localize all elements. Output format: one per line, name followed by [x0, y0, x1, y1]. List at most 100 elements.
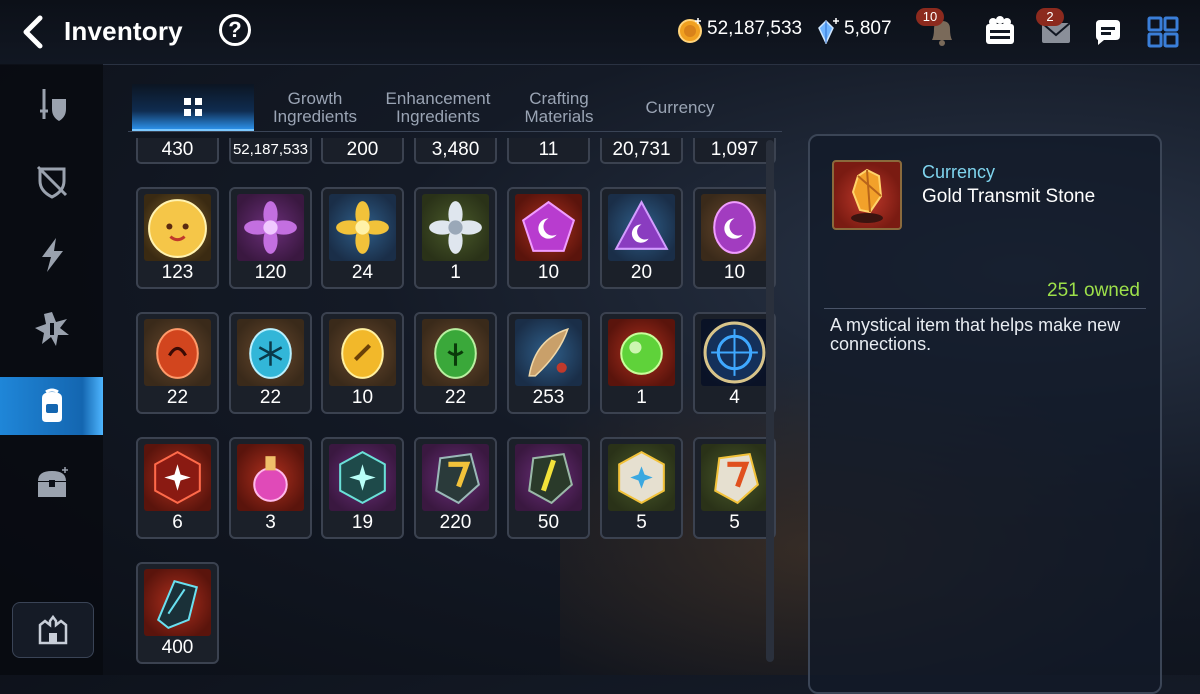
owned-count: 251 owned [1047, 280, 1140, 301]
sanctuary-button[interactable] [12, 602, 94, 658]
item-quantity: 10 [723, 262, 746, 283]
item-slot[interactable]: 6 [136, 437, 219, 539]
light-rune-icon [329, 319, 396, 386]
green-orb-icon [608, 319, 675, 386]
item-slot[interactable]: 24 [321, 187, 404, 289]
sidebar-item-inventory[interactable] [0, 377, 103, 435]
lightning-icon [41, 238, 63, 272]
oval-moon-gem-icon [701, 194, 768, 261]
sidebar-item-artifacts[interactable] [0, 152, 103, 210]
item-quantity: 1 [450, 262, 461, 283]
grid-icon [184, 97, 202, 116]
tab-currency[interactable]: Currency [618, 84, 742, 132]
bell-badge: 10 [916, 8, 944, 26]
item-quantity: 22 [259, 387, 282, 408]
item-description: A mystical item that helps make new conn… [830, 315, 1121, 354]
item-quantity: 10 [351, 387, 374, 408]
item-quantity: 5 [729, 512, 740, 533]
sidebar-item-exclusive[interactable] [0, 300, 103, 358]
item-quantity: 50 [537, 512, 560, 533]
item-slot[interactable]: 5 [693, 437, 776, 539]
item-count[interactable]: 11 [507, 138, 590, 164]
item-count[interactable]: 20,731 [600, 138, 683, 164]
item-quantity: 3 [265, 512, 276, 533]
tab-all[interactable] [132, 84, 254, 132]
ice-rune-icon [237, 319, 304, 386]
item-count[interactable]: 52,187,533 [229, 138, 312, 164]
item-count[interactable]: 200 [321, 138, 404, 164]
item-name: Gold Transmit Stone [922, 186, 1096, 207]
fire-rune-icon [144, 319, 211, 386]
item-slot[interactable]: 120 [229, 187, 312, 289]
item-slot[interactable]: 22 [136, 312, 219, 414]
triangle-moon-gem-icon [608, 194, 675, 261]
red-star-gem-icon [144, 444, 211, 511]
castle-icon [38, 614, 68, 645]
pink-potion-icon [237, 444, 304, 511]
item-slot[interactable]: 4 [693, 312, 776, 414]
phantasma-face-icon [144, 194, 211, 261]
item-quantity: 123 [161, 262, 194, 283]
tab-enhancement-ingredients[interactable]: Enhancement Ingredients [378, 84, 498, 132]
item-slot[interactable]: 1 [414, 187, 497, 289]
item-slot[interactable]: 253 [507, 312, 590, 414]
page-title: Inventory [64, 16, 183, 46]
mail-badge: 2 [1036, 8, 1064, 26]
item-quantity: 1 [636, 387, 647, 408]
silver-star-stone-icon [608, 444, 675, 511]
item-slot[interactable]: 1 [600, 312, 683, 414]
main-menu-icon[interactable] [1143, 12, 1183, 52]
item-slot[interactable]: 220 [414, 437, 497, 539]
top-bar: Inventory ? 52,187,533 5,807 10 2 [0, 0, 1200, 65]
item-quantity: 220 [439, 512, 472, 533]
item-slot[interactable]: 20 [600, 187, 683, 289]
item-slot[interactable]: 50 [507, 437, 590, 539]
item-quantity: 120 [254, 262, 287, 283]
tab-growth-ingredients[interactable]: Growth Ingredients [258, 84, 372, 132]
item-count[interactable]: 430 [136, 138, 219, 164]
item-slot[interactable]: 22 [414, 312, 497, 414]
shield-slash-icon [36, 165, 67, 199]
back-arrow-icon[interactable] [16, 14, 52, 50]
item-slot[interactable]: 10 [507, 187, 590, 289]
item-count[interactable]: 1,097 [693, 138, 776, 164]
item-category: Currency [922, 162, 996, 182]
burst-icon [34, 312, 69, 346]
item-slot[interactable]: 19 [321, 437, 404, 539]
item-slot[interactable]: 123 [136, 187, 219, 289]
gold-coin-icon [678, 18, 702, 43]
item-slot[interactable]: 5 [600, 437, 683, 539]
item-slot[interactable]: 400 [136, 562, 219, 664]
item-detail-panel: Currency Gold Transmit Stone 251 owned A… [808, 134, 1162, 694]
item-quantity: 20 [630, 262, 653, 283]
item-slot[interactable]: 10 [693, 187, 776, 289]
sword-shield-icon [39, 89, 66, 121]
item-slot[interactable]: 22 [229, 312, 312, 414]
sidebar-item-equipment[interactable] [0, 76, 103, 134]
feather-charm-icon [515, 319, 582, 386]
crystal-amount: 5,807 [844, 18, 892, 39]
item-slot[interactable]: 3 [229, 437, 312, 539]
item-quantity: 253 [532, 387, 565, 408]
earth-rune-icon [422, 319, 489, 386]
item-quantity: 22 [444, 387, 467, 408]
pentagon-moon-gem-icon [515, 194, 582, 261]
item-quantity: 22 [166, 387, 189, 408]
dark-shard-icon [144, 569, 211, 636]
item-quantity: 5 [636, 512, 647, 533]
sidebar-item-skills[interactable] [0, 226, 103, 284]
tab-crafting-materials[interactable]: Crafting Materials [504, 84, 614, 132]
gold-shard-stone-icon [515, 444, 582, 511]
chat-icon[interactable] [1088, 12, 1128, 52]
item-quantity: 19 [351, 512, 374, 533]
help-button[interactable]: ? [219, 14, 251, 46]
item-slot[interactable]: 10 [321, 312, 404, 414]
item-count[interactable]: 3,480 [414, 138, 497, 164]
sidebar-item-storage[interactable] [0, 454, 103, 512]
blue-medallion-icon [701, 319, 768, 386]
grid-scrollbar[interactable] [766, 140, 774, 662]
tab-divider [128, 131, 782, 132]
hero-roster-icon[interactable] [980, 12, 1020, 52]
item-quantity: 6 [172, 512, 183, 533]
item-quantity: 400 [161, 637, 194, 658]
